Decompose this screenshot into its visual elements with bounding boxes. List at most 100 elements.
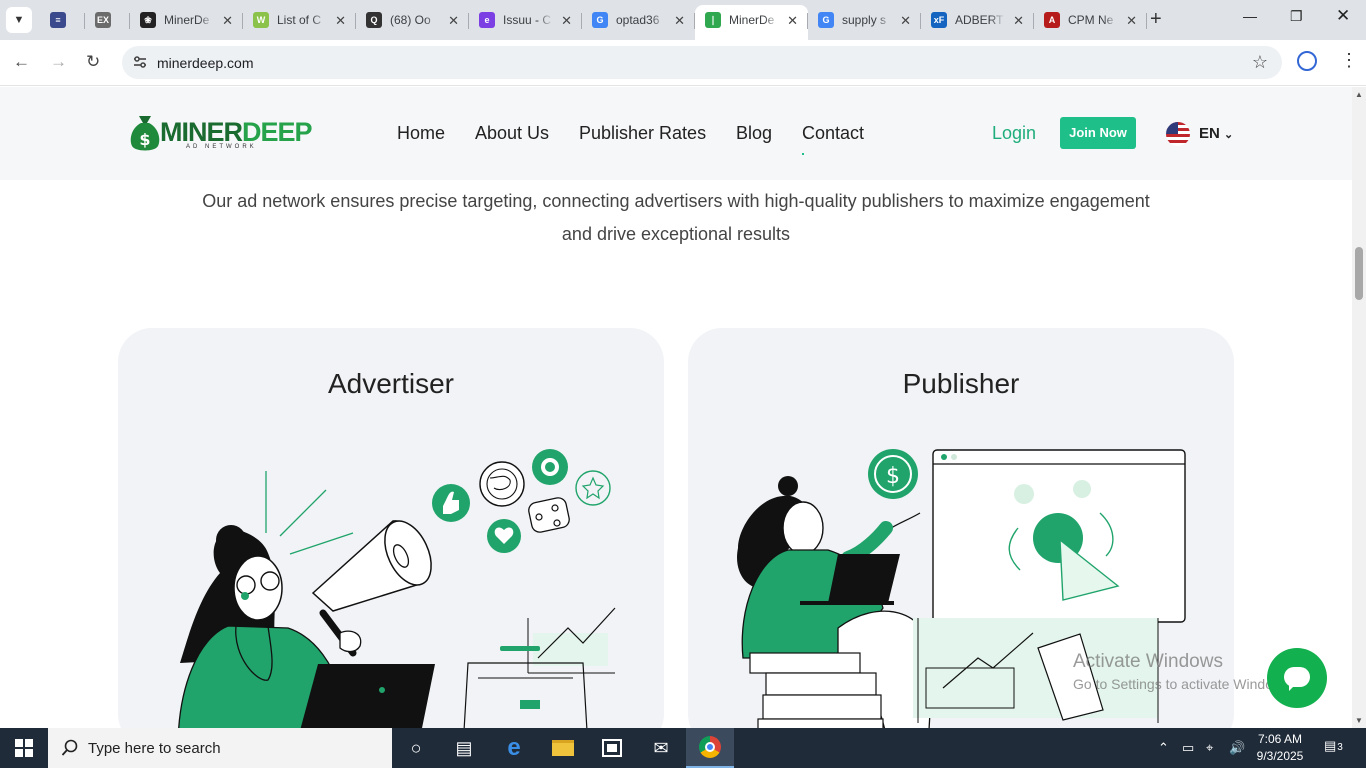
logo-word-deep: DEEP	[242, 117, 313, 147]
us-flag-icon[interactable]	[1166, 122, 1190, 146]
taskbar-search-box[interactable]: Type here to search	[48, 728, 392, 768]
nav-contact[interactable]: Contact	[802, 123, 864, 144]
close-window-button[interactable]: ✕	[1336, 6, 1350, 26]
exch-icon: EX	[95, 12, 111, 28]
browser-tab[interactable]: ∣ MinerDe ✕	[695, 5, 808, 40]
site-header: $ MINERDEEP AD NETWORK Home About Us Pub…	[0, 87, 1352, 180]
search-icon	[61, 739, 78, 756]
close-tab-icon[interactable]: ✕	[1013, 13, 1024, 29]
taskbar-search-placeholder: Type here to search	[88, 740, 221, 757]
close-tab-icon[interactable]: ✕	[335, 13, 346, 29]
file-explorer-icon[interactable]	[539, 728, 587, 768]
browser-tab-title: ADBERT	[955, 13, 1004, 27]
clock-time: 7:06 AM	[1257, 732, 1303, 746]
close-tab-icon[interactable]: ✕	[561, 13, 572, 29]
new-tab-button[interactable]: +	[1150, 8, 1162, 31]
xf-icon: xF	[931, 12, 947, 28]
cortana-icon[interactable]: ○	[392, 728, 440, 768]
browser-tab-title: optad36	[616, 13, 660, 27]
browser-tab[interactable]: e Issuu - C ✕	[469, 5, 582, 35]
close-tab-icon[interactable]: ✕	[448, 13, 459, 29]
action-center-icon[interactable]: ▤3	[1324, 738, 1343, 754]
volume-icon[interactable]: 🔊	[1229, 740, 1245, 756]
browser-tab[interactable]: xF ADBERT ✕	[921, 5, 1034, 35]
page-scrollbar[interactable]: ▲ ▼	[1352, 87, 1366, 728]
restore-button[interactable]: ❐	[1290, 8, 1303, 25]
system-clock[interactable]: 7:06 AM 9/3/2025	[1250, 731, 1310, 765]
activate-windows-subtitle: Go to Settings to activate Windows.	[1073, 676, 1294, 692]
language-label: EN	[1199, 125, 1220, 142]
acrobat-icon: A	[1044, 12, 1060, 28]
close-tab-icon[interactable]: ✕	[222, 13, 233, 29]
clock-date: 9/3/2025	[1256, 749, 1304, 763]
google-icon: G	[592, 12, 608, 28]
intro-paragraph: Our ad network ensures precise targeting…	[202, 191, 1150, 244]
activate-windows-watermark: Activate Windows Go to Settings to activ…	[1073, 651, 1294, 692]
logo-tagline: AD NETWORK	[186, 144, 257, 150]
network-icon[interactable]: ⌖	[1206, 740, 1213, 756]
scroll-up-arrow-icon[interactable]: ▲	[1355, 90, 1363, 99]
reload-button[interactable]: ↻	[86, 52, 100, 72]
browser-tab[interactable]: Gsupply s ✕	[808, 5, 921, 35]
web-page: $ MINERDEEP AD NETWORK Home About Us Pub…	[0, 87, 1352, 728]
nav-active-dot	[802, 153, 804, 155]
forward-button[interactable]: →	[50, 52, 67, 72]
bookmark-star-icon[interactable]: ☆	[1252, 52, 1268, 73]
nav-home[interactable]: Home	[397, 123, 445, 144]
browser-tab-title: List of C	[277, 13, 322, 27]
tab-list: ≡ EX ❀ MinerDe ✕ W List of C ✕ Q (68) Oo ✕ e Issuu -…	[40, 5, 1147, 40]
close-tab-icon[interactable]: ✕	[1126, 13, 1137, 29]
join-now-button[interactable]: Join Now	[1060, 117, 1136, 149]
tab-search-button[interactable]: ▼	[6, 7, 32, 33]
menu-kebab-icon[interactable]: ⋮	[1340, 50, 1358, 71]
browser-tab[interactable]: ≡	[40, 5, 85, 35]
advertiser-card[interactable]: Advertiser	[118, 328, 664, 728]
quora-icon: Q	[366, 12, 382, 28]
profile-icon[interactable]	[1297, 51, 1317, 71]
browser-tab[interactable]: W List of C ✕	[243, 5, 356, 35]
browser-tab-title: MinerDe	[729, 13, 775, 27]
scroll-down-arrow-icon[interactable]: ▼	[1355, 716, 1363, 725]
logo-word-miner: MINER	[160, 117, 243, 147]
google-icon: G	[818, 12, 834, 28]
login-link[interactable]: Login	[992, 123, 1036, 144]
show-hidden-icons-icon[interactable]: ⌃	[1158, 740, 1169, 756]
minerdeep-icon: ∣	[705, 12, 721, 28]
task-view-icon[interactable]: ▤	[440, 728, 488, 768]
browser-tab[interactable]: EX	[85, 5, 130, 35]
browser-tab-strip: ▼ ≡ EX ❀ MinerDe ✕ W List of C ✕ Q (68) Oo ✕ e Issuu…	[0, 0, 1366, 40]
nav-about-us[interactable]: About Us	[475, 123, 549, 144]
browser-tab-title: CPM Ne	[1068, 13, 1114, 27]
money-bag-icon: $	[130, 116, 160, 151]
close-tab-icon[interactable]: ✕	[787, 13, 798, 29]
store-icon[interactable]	[588, 728, 636, 768]
close-tab-icon[interactable]: ✕	[900, 13, 911, 29]
browser-tab[interactable]: ❀ MinerDe ✕	[130, 5, 243, 35]
browser-toolbar: ← → ↻ minerdeep.com ☆	[0, 40, 1366, 86]
language-selector[interactable]: EN ⌄	[1199, 125, 1233, 142]
nav-publisher-rates[interactable]: Publisher Rates	[579, 123, 706, 144]
scrollbar-thumb[interactable]	[1355, 247, 1363, 300]
minimize-button[interactable]: —	[1243, 8, 1257, 24]
nav-blog[interactable]: Blog	[736, 123, 772, 144]
windows-taskbar: Type here to search ○ ▤ e ✉ ⌃ ▭ ⌖ 🔊 7:06…	[0, 728, 1366, 768]
svg-text:$: $	[886, 464, 900, 489]
site-info-icon[interactable]	[132, 54, 148, 70]
chevron-down-icon: ⌄	[1224, 129, 1234, 141]
close-tab-icon[interactable]: ✕	[674, 13, 685, 29]
w-icon: W	[253, 12, 269, 28]
mail-icon[interactable]: ✉	[637, 728, 685, 768]
browser-tab[interactable]: Goptad36 ✕	[582, 5, 695, 35]
url-text[interactable]: minerdeep.com	[157, 55, 254, 71]
openai-icon: ❀	[140, 12, 156, 28]
browser-tab[interactable]: A CPM Ne ✕	[1034, 5, 1147, 35]
chrome-icon[interactable]	[686, 728, 734, 768]
edge-icon[interactable]: e	[490, 728, 538, 768]
minerdeep-logo[interactable]: $ MINERDEEP AD NETWORK	[128, 114, 313, 154]
address-bar[interactable]: minerdeep.com ☆	[122, 46, 1282, 79]
start-button[interactable]	[0, 728, 48, 768]
live-chat-button[interactable]	[1267, 648, 1327, 708]
back-button[interactable]: ←	[13, 52, 30, 72]
battery-icon[interactable]: ▭	[1182, 740, 1194, 756]
browser-tab[interactable]: Q (68) Oo ✕	[356, 5, 469, 35]
